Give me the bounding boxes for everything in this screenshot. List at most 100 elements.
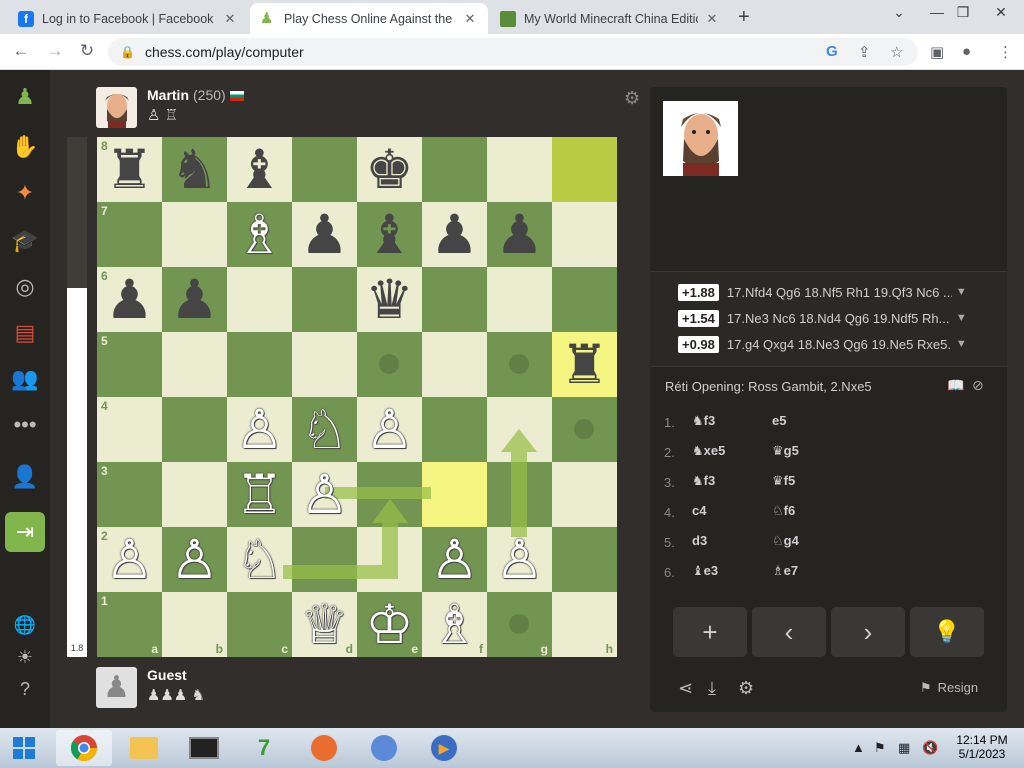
- tab-search-button[interactable]: ⌄: [882, 4, 916, 21]
- move-hint-dot[interactable]: [574, 419, 594, 439]
- engine-line[interactable]: +1.54 17.Ne3 Nc6 18.Nd4 Qg6 19.Ndf5 Rh..…: [678, 308, 978, 328]
- black-piece-e8[interactable]: ♚: [357, 137, 422, 202]
- back-button[interactable]: ←: [10, 41, 32, 61]
- white-piece-d1[interactable]: ♕: [292, 592, 357, 657]
- black-move[interactable]: e5: [772, 413, 786, 428]
- chevron-down-icon[interactable]: ▼: [956, 312, 967, 324]
- engine-line[interactable]: +0.98 17.g4 Qxg4 18.Ne3 Qg6 19.Ne5 Rxe5.…: [678, 334, 978, 354]
- new-tab-button[interactable]: +: [738, 6, 750, 29]
- resign-button[interactable]: ⚑ Resign: [920, 680, 978, 696]
- black-move[interactable]: ♛g5: [772, 443, 799, 459]
- white-piece-f1[interactable]: ♗: [422, 592, 487, 657]
- black-move[interactable]: ♛f5: [772, 473, 795, 489]
- media-player-icon[interactable]: ▶: [416, 730, 472, 766]
- hint-button[interactable]: 💡: [910, 607, 984, 657]
- settings-gear-icon[interactable]: ⚙: [624, 88, 640, 109]
- paint-icon[interactable]: [296, 730, 352, 766]
- black-piece-c8[interactable]: ♝: [227, 137, 292, 202]
- white-piece-f2[interactable]: ♙: [422, 527, 487, 592]
- login-button[interactable]: ⇥: [5, 512, 45, 552]
- chess-board[interactable]: 8 7 6 5 4 3 2 1 a b c d e f g h ♜ ♞ ♝ ♚ ♗ ♟ ♝ ♟ ♟ ♟ ♟ ♛ ♜ ♙ ♘ ♙ ♖ ♙ ♙ ♙ ♘ ♙ ♙ ♕…: [97, 137, 617, 657]
- add-button[interactable]: +: [673, 607, 747, 657]
- watch-icon[interactable]: ◎: [10, 272, 40, 302]
- white-piece-b2[interactable]: ♙: [162, 527, 227, 592]
- white-piece-d3[interactable]: ♙: [292, 462, 357, 527]
- file-explorer-icon[interactable]: [116, 730, 172, 766]
- black-piece-f7[interactable]: ♟: [422, 202, 487, 267]
- white-piece-c2[interactable]: ♘: [227, 527, 292, 592]
- media-icon[interactable]: [356, 730, 412, 766]
- engine-line[interactable]: +1.88 17.Nfd4 Qg6 18.Nf5 Rh1 19.Qf3 Nc6 …: [678, 282, 978, 302]
- star-icon[interactable]: ☆: [890, 43, 903, 61]
- black-piece-h5[interactable]: ♜: [552, 332, 617, 397]
- globe-icon[interactable]: 🌐: [10, 610, 40, 640]
- address-bar[interactable]: 🔒 chess.com/play/computer: [108, 38, 918, 66]
- sidepanel-icon[interactable]: ▣: [930, 43, 944, 61]
- white-piece-e1[interactable]: ♔: [357, 592, 422, 657]
- add-friend-icon[interactable]: 👤: [10, 462, 40, 492]
- flag-icon[interactable]: ⚑: [874, 740, 886, 756]
- tab-chess[interactable]: ♟ Play Chess Online Against the Co ✕: [250, 3, 488, 34]
- network-icon[interactable]: ▦: [898, 740, 910, 756]
- share-icon[interactable]: ⇪: [858, 43, 871, 61]
- black-move[interactable]: ♘f6: [772, 503, 795, 519]
- winrar-icon[interactable]: 7: [236, 730, 292, 766]
- close-icon[interactable]: ✕: [462, 11, 478, 27]
- black-piece-b6[interactable]: ♟: [162, 267, 227, 332]
- tray-up-icon[interactable]: ▲: [852, 740, 865, 755]
- puzzles-icon[interactable]: ✦: [10, 178, 40, 208]
- white-piece-d4[interactable]: ♘: [292, 397, 357, 462]
- white-move[interactable]: ♝e3: [692, 563, 718, 579]
- white-piece-g2[interactable]: ♙: [487, 527, 552, 592]
- reload-button[interactable]: ↻: [76, 41, 98, 61]
- white-piece-c7[interactable]: ♗: [227, 202, 292, 267]
- white-move[interactable]: c4: [692, 503, 706, 518]
- black-piece-d7[interactable]: ♟: [292, 202, 357, 267]
- terminal-icon[interactable]: [176, 730, 232, 766]
- social-icon[interactable]: 👥: [10, 364, 40, 394]
- black-piece-g7[interactable]: ♟: [487, 202, 552, 267]
- black-piece-a8[interactable]: ♜: [97, 137, 162, 202]
- puzzle-icon[interactable]: ✋: [10, 132, 40, 162]
- chevron-down-icon[interactable]: ▼: [956, 338, 967, 350]
- black-piece-e7[interactable]: ♝: [357, 202, 422, 267]
- forward-button[interactable]: →: [44, 41, 66, 61]
- more-icon[interactable]: •••: [10, 410, 40, 440]
- restore-button[interactable]: ❐: [946, 4, 980, 21]
- download-icon[interactable]: ⤓: [708, 678, 716, 699]
- clock[interactable]: 12:14 PM 5/1/2023: [950, 733, 1014, 761]
- close-icon[interactable]: ✕: [222, 11, 238, 27]
- white-move[interactable]: ♞f3: [692, 413, 715, 429]
- close-window-button[interactable]: ✕: [984, 4, 1018, 21]
- menu-icon[interactable]: ⋮: [998, 43, 1013, 61]
- profile-icon[interactable]: ●: [962, 43, 971, 60]
- black-piece-b8[interactable]: ♞: [162, 137, 227, 202]
- white-move[interactable]: ♞xe5: [692, 443, 725, 459]
- white-move[interactable]: ♞f3: [692, 473, 715, 489]
- move-hint-dot[interactable]: [509, 354, 529, 374]
- previous-move-button[interactable]: ‹: [752, 607, 826, 657]
- tab-facebook[interactable]: f Log in to Facebook | Facebook ✕: [8, 3, 248, 34]
- black-move[interactable]: ♗e7: [772, 563, 798, 579]
- white-move[interactable]: d3: [692, 533, 707, 548]
- chrome-icon[interactable]: [56, 730, 112, 766]
- chess-logo-icon[interactable]: ♟: [10, 82, 40, 112]
- theme-icon[interactable]: ☀: [10, 642, 40, 672]
- white-piece-c4[interactable]: ♙: [227, 397, 292, 462]
- close-icon[interactable]: ✕: [704, 11, 720, 27]
- black-move[interactable]: ♘g4: [772, 533, 799, 549]
- move-hint-dot[interactable]: [379, 354, 399, 374]
- black-piece-a6[interactable]: ♟: [97, 267, 162, 332]
- learn-icon[interactable]: 🎓: [10, 226, 40, 256]
- move-hint-dot[interactable]: [509, 614, 529, 634]
- white-piece-c3[interactable]: ♖: [227, 462, 292, 527]
- compass-icon[interactable]: ⊘: [972, 377, 984, 394]
- volume-icon[interactable]: 🔇: [922, 740, 938, 756]
- share-icon[interactable]: ⋖: [678, 678, 693, 699]
- tab-minecraft[interactable]: My World Minecraft China Editio ✕: [490, 3, 730, 34]
- next-move-button[interactable]: ›: [831, 607, 905, 657]
- chevron-down-icon[interactable]: ▼: [956, 286, 967, 298]
- google-icon[interactable]: G: [826, 43, 838, 60]
- book-icon[interactable]: 📖: [947, 377, 964, 394]
- white-piece-e4[interactable]: ♙: [357, 397, 422, 462]
